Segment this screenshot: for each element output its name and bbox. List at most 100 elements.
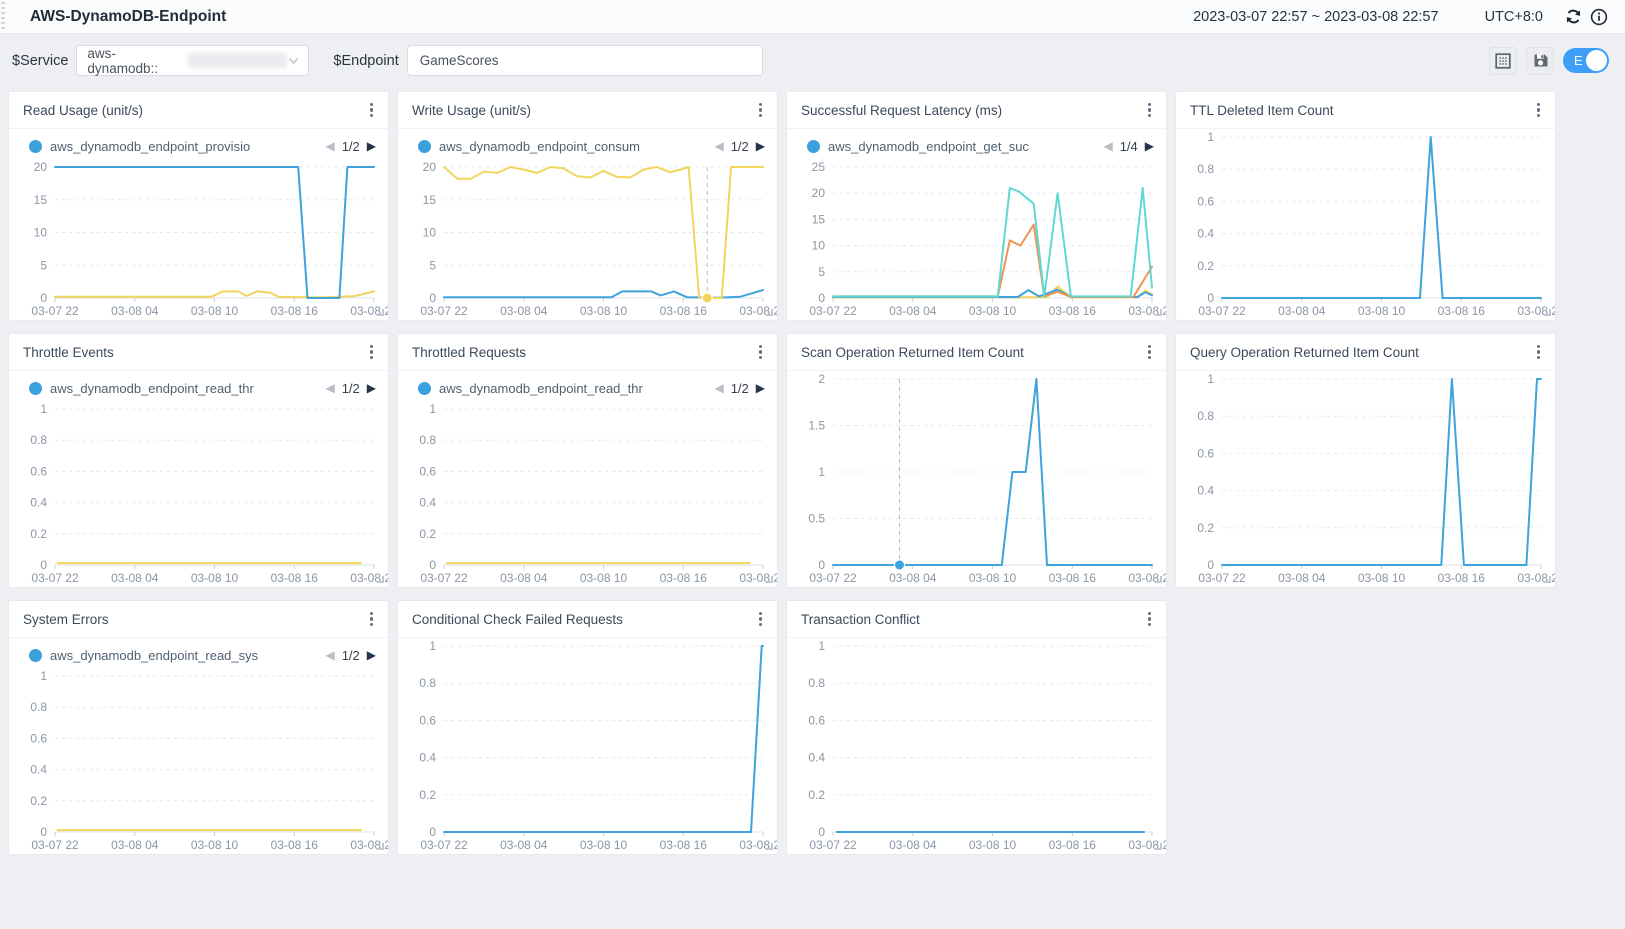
legend-prev-icon[interactable]: ◀ [325,649,334,661]
resize-handle-icon[interactable] [1155,843,1162,850]
legend-next-icon[interactable]: ▶ [756,140,765,152]
kebab-menu-icon[interactable] [756,607,766,630]
panel-title: Scan Operation Returned Item Count [801,345,1024,360]
svg-text:03-08 04: 03-08 04 [111,838,159,852]
kebab-menu-icon[interactable] [1145,607,1155,630]
panel-title: Throttled Requests [412,345,526,360]
svg-text:03-08 04: 03-08 04 [111,571,159,585]
svg-text:2: 2 [818,372,825,386]
svg-text:0: 0 [818,291,825,305]
svg-text:03-08 04: 03-08 04 [889,304,937,318]
chart-panel: Scan Operation Returned Item Count 00.51… [786,333,1167,588]
resize-handle-icon[interactable] [1544,309,1551,316]
resize-handle-icon[interactable] [1155,309,1162,316]
kebab-menu-icon[interactable] [756,98,766,121]
kebab-menu-icon[interactable] [1145,340,1155,363]
legend-page-indicator: 1/4 [1120,139,1138,154]
timezone[interactable]: UTC+8:0 [1485,9,1543,25]
svg-text:5: 5 [818,265,825,279]
chart-panel: Transaction Conflict 00.20.40.60.8103-07… [786,600,1167,855]
legend-next-icon[interactable]: ▶ [367,649,376,661]
chart-panel: Conditional Check Failed Requests 00.20.… [397,600,778,855]
legend-series-label[interactable]: aws_dynamodb_endpoint_read_thr [50,381,254,396]
panel-title: Successful Request Latency (ms) [801,103,1002,118]
legend-series-label[interactable]: aws_dynamodb_endpoint_read_sys [50,648,258,663]
kebab-menu-icon[interactable] [1145,98,1155,121]
legend-next-icon[interactable]: ▶ [367,140,376,152]
legend-prev-icon[interactable]: ◀ [325,140,334,152]
svg-text:10: 10 [423,226,437,240]
legend-series-label[interactable]: aws_dynamodb_endpoint_provisio [50,139,250,154]
svg-text:5: 5 [40,258,47,272]
refresh-icon[interactable] [1563,7,1583,27]
service-label: $Service [12,53,68,69]
line-chart[interactable]: 051015202503-07 2203-08 0403-08 1003-08 … [787,159,1166,320]
kebab-menu-icon[interactable] [1534,340,1544,363]
resize-handle-icon[interactable] [766,309,773,316]
legend-prev-icon[interactable]: ◀ [325,382,334,394]
filter-bar: $Service aws-dynamodb:: $Endpoint [0,45,1625,76]
svg-text:0.6: 0.6 [419,464,436,478]
endpoint-label: $Endpoint [333,53,398,69]
drag-handle[interactable] [1,2,5,32]
legend-series-label[interactable]: aws_dynamodb_endpoint_read_thr [439,381,643,396]
svg-text:03-08 10: 03-08 10 [969,304,1017,318]
line-chart[interactable]: 00.20.40.60.8103-07 2203-08 0403-08 1003… [787,638,1166,854]
table-view-button[interactable] [1489,47,1517,75]
resize-handle-icon[interactable] [766,843,773,850]
resize-handle-icon[interactable] [1155,576,1162,583]
svg-text:0.4: 0.4 [1197,484,1214,498]
panel-title: Read Usage (unit/s) [23,103,143,118]
legend-prev-icon[interactable]: ◀ [1103,140,1112,152]
svg-text:0.2: 0.2 [1197,259,1214,273]
resize-handle-icon[interactable] [1544,576,1551,583]
legend-next-icon[interactable]: ▶ [1145,140,1154,152]
legend-prev-icon[interactable]: ◀ [714,382,723,394]
info-icon[interactable] [1589,7,1609,27]
resize-handle-icon[interactable] [377,309,384,316]
service-select[interactable]: aws-dynamodb:: [76,45,309,76]
resize-handle-icon[interactable] [377,843,384,850]
chart-panel: Read Usage (unit/s) aws_dynamodb_endpoin… [8,91,389,321]
svg-text:03-08 04: 03-08 04 [1278,571,1326,585]
line-chart[interactable]: 00.20.40.60.8103-07 2203-08 0403-08 1003… [1176,371,1555,587]
svg-text:0.4: 0.4 [1197,227,1214,241]
legend-prev-icon[interactable]: ◀ [714,140,723,152]
line-chart[interactable]: 0510152003-07 2203-08 0403-08 1003-08 16… [398,159,777,320]
save-button[interactable] [1526,47,1554,75]
kebab-menu-icon[interactable] [1534,98,1544,121]
svg-text:03-08 10: 03-08 10 [191,304,239,318]
svg-text:15: 15 [423,193,437,207]
kebab-menu-icon[interactable] [367,340,377,363]
resize-handle-icon[interactable] [377,576,384,583]
svg-text:0.4: 0.4 [419,496,436,510]
edit-mode-toggle[interactable]: E [1563,48,1609,73]
line-chart[interactable]: 00.511.5203-07 2203-08 0403-08 1003-08 1… [787,371,1166,587]
svg-text:03-07 22: 03-07 22 [31,304,79,318]
svg-text:0.4: 0.4 [30,496,47,510]
line-chart[interactable]: 00.20.40.60.8103-07 2203-08 0403-08 1003… [398,401,777,587]
endpoint-input[interactable] [407,45,763,76]
line-chart[interactable]: 00.20.40.60.8103-07 2203-08 0403-08 1003… [9,401,388,587]
line-chart[interactable]: 00.20.40.60.8103-07 2203-08 0403-08 1003… [9,668,388,854]
legend-series-label[interactable]: aws_dynamodb_endpoint_consum [439,139,640,154]
kebab-menu-icon[interactable] [367,607,377,630]
svg-text:0.2: 0.2 [419,527,436,541]
kebab-menu-icon[interactable] [367,98,377,121]
line-chart[interactable]: 00.20.40.60.8103-07 2203-08 0403-08 1003… [398,638,777,854]
legend-page-indicator: 1/2 [731,381,749,396]
line-chart[interactable]: 0510152003-07 2203-08 0403-08 1003-08 16… [9,159,388,320]
chart-panel: Successful Request Latency (ms) aws_dyna… [786,91,1167,321]
kebab-menu-icon[interactable] [756,340,766,363]
svg-text:03-07 22: 03-07 22 [31,571,79,585]
line-chart[interactable]: 00.20.40.60.8103-07 2203-08 0403-08 1003… [1176,129,1555,320]
svg-text:0: 0 [429,558,436,572]
svg-text:10: 10 [812,239,826,253]
legend-next-icon[interactable]: ▶ [756,382,765,394]
svg-text:0.8: 0.8 [419,433,436,447]
resize-handle-icon[interactable] [766,576,773,583]
legend-next-icon[interactable]: ▶ [367,382,376,394]
time-range[interactable]: 2023-03-07 22:57 ~ 2023-03-08 22:57 [1193,9,1439,25]
panel-title: System Errors [23,612,109,627]
legend-series-label[interactable]: aws_dynamodb_endpoint_get_suc [828,139,1029,154]
